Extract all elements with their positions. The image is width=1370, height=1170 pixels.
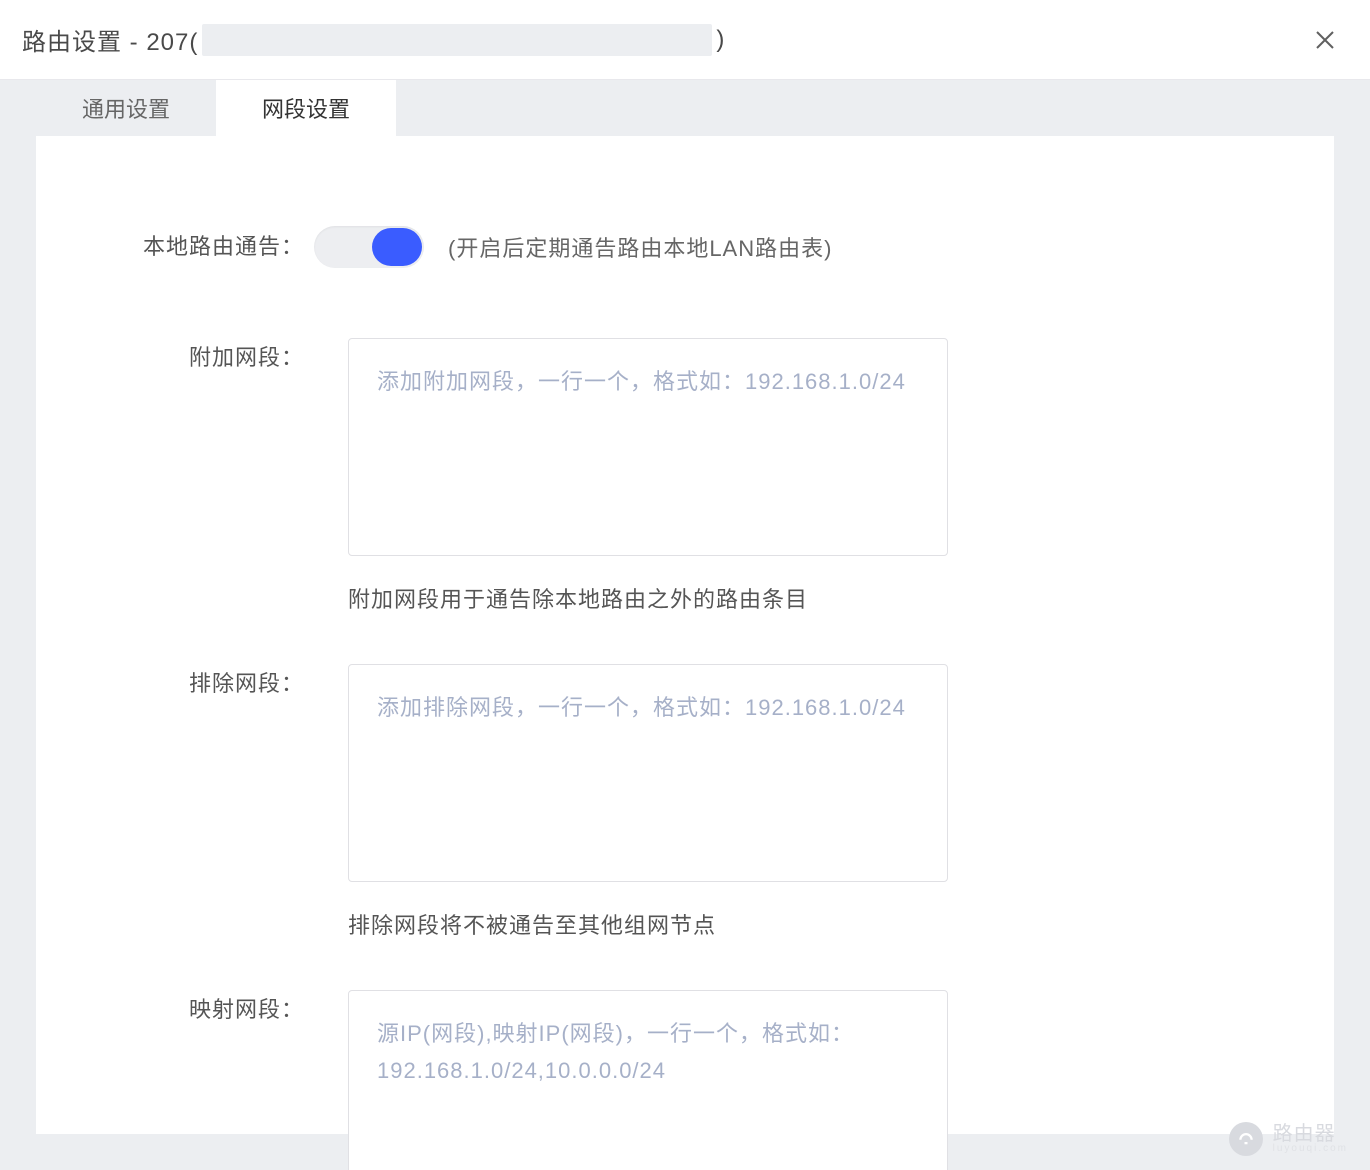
- tab-segment-settings[interactable]: 网段设置: [216, 80, 396, 136]
- textarea-additional-segment[interactable]: [348, 338, 948, 556]
- tab-general-settings[interactable]: 通用设置: [36, 80, 216, 136]
- toggle-local-route-advert[interactable]: [314, 226, 424, 268]
- field-additional-segment: 附加网段用于通告除本地路由之外的路由条目: [348, 338, 948, 616]
- row-additional-segment: 附加网段： 附加网段用于通告除本地路由之外的路由条目: [116, 338, 1254, 616]
- route-settings-dialog: 路由设置 - 207( ) 通用设置 网段设置 本地路由通告： (开启后定期通告…: [0, 0, 1370, 1170]
- title-redacted: [202, 24, 712, 56]
- label-mapping-segment: 映射网段：: [116, 990, 314, 1030]
- label-local-route-advert: 本地路由通告：: [116, 227, 314, 267]
- field-mapping-segment: 通过配置映射网段可以解决组网网段冲突的问题。: [348, 990, 948, 1170]
- toggle-knob: [372, 228, 422, 266]
- dialog-header: 路由设置 - 207( ): [0, 0, 1370, 80]
- watermark-sub: luyouqi.com: [1273, 1144, 1348, 1154]
- router-icon: [1229, 1122, 1263, 1156]
- watermark: 路由器 luyouqi.com: [1229, 1122, 1348, 1156]
- row-mapping-segment: 映射网段： 通过配置映射网段可以解决组网网段冲突的问题。: [116, 990, 1254, 1170]
- content-wrap: 本地路由通告： (开启后定期通告路由本地LAN路由表) 附加网段： 附加网段用于…: [0, 136, 1370, 1170]
- tab-strip: 通用设置 网段设置: [0, 80, 1370, 136]
- row-exclude-segment: 排除网段： 排除网段将不被通告至其他组网节点: [116, 664, 1254, 942]
- helper-exclude-segment: 排除网段将不被通告至其他组网节点: [348, 909, 948, 942]
- row-local-route-advert: 本地路由通告： (开启后定期通告路由本地LAN路由表): [116, 226, 1254, 268]
- watermark-brand: 路由器: [1273, 1124, 1348, 1144]
- helper-additional-segment: 附加网段用于通告除本地路由之外的路由条目: [348, 583, 948, 616]
- field-exclude-segment: 排除网段将不被通告至其他组网节点: [348, 664, 948, 942]
- hint-local-route-advert: (开启后定期通告路由本地LAN路由表): [448, 231, 832, 263]
- textarea-mapping-segment[interactable]: [348, 990, 948, 1170]
- watermark-text: 路由器 luyouqi.com: [1273, 1124, 1348, 1154]
- content-panel: 本地路由通告： (开启后定期通告路由本地LAN路由表) 附加网段： 附加网段用于…: [36, 136, 1334, 1134]
- label-additional-segment: 附加网段：: [116, 338, 314, 378]
- label-exclude-segment: 排除网段：: [116, 664, 314, 704]
- dialog-title: 路由设置 - 207( ): [22, 22, 725, 57]
- close-icon[interactable]: [1307, 22, 1343, 58]
- textarea-exclude-segment[interactable]: [348, 664, 948, 882]
- title-suffix: ): [716, 26, 725, 54]
- title-prefix: 路由设置 - 207(: [22, 22, 198, 57]
